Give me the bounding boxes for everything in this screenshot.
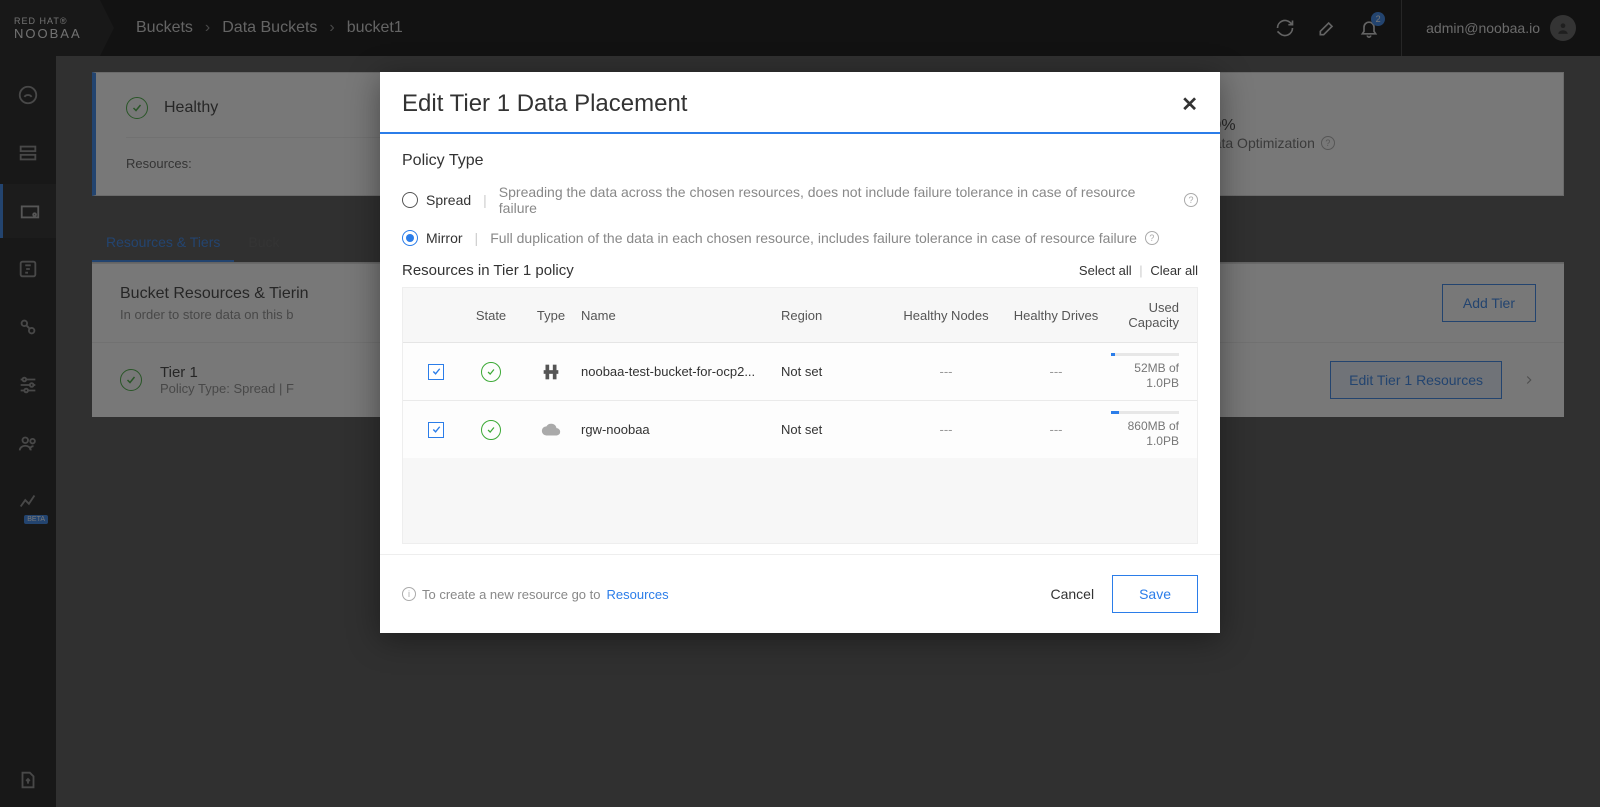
cancel-button[interactable]: Cancel bbox=[1050, 586, 1094, 602]
col-used: Used Capacity bbox=[1111, 300, 1189, 330]
footer-text: To create a new resource go to bbox=[422, 587, 601, 602]
info-icon[interactable]: ? bbox=[1184, 193, 1198, 207]
radio-mirror-row[interactable]: Mirror | Full duplication of the data in… bbox=[402, 230, 1198, 246]
radio-mirror-desc: Full duplication of the data in each cho… bbox=[490, 230, 1137, 246]
resources-table: State Type Name Region Healthy Nodes Hea… bbox=[402, 287, 1198, 544]
modal-footer: i To create a new resource go to Resourc… bbox=[380, 554, 1220, 633]
col-region: Region bbox=[781, 308, 891, 323]
select-links: Select all | Clear all bbox=[1079, 263, 1198, 278]
row-region: Not set bbox=[781, 422, 891, 437]
table-row: noobaa-test-bucket-for-ocp2... Not set -… bbox=[403, 343, 1197, 401]
resources-title: Resources in Tier 1 policy bbox=[402, 262, 574, 279]
row-drives: --- bbox=[1001, 364, 1111, 379]
close-icon[interactable]: ✕ bbox=[1181, 92, 1198, 117]
modal-title: Edit Tier 1 Data Placement bbox=[402, 90, 687, 118]
row-name: rgw-noobaa bbox=[581, 422, 781, 437]
state-ok-icon bbox=[481, 362, 501, 382]
info-icon: i bbox=[402, 587, 416, 601]
cloud-icon bbox=[521, 419, 581, 441]
policy-type-label: Policy Type bbox=[402, 152, 1198, 170]
resource-type-icon bbox=[521, 361, 581, 383]
radio-spread[interactable] bbox=[402, 192, 418, 208]
radio-spread-desc: Spreading the data across the chosen res… bbox=[499, 184, 1176, 216]
radio-mirror-label: Mirror bbox=[426, 230, 463, 246]
col-nodes: Healthy Nodes bbox=[891, 308, 1001, 323]
info-icon[interactable]: ? bbox=[1145, 231, 1159, 245]
row-nodes: --- bbox=[891, 422, 1001, 437]
radio-spread-row[interactable]: Spread | Spreading the data across the c… bbox=[402, 184, 1198, 216]
state-ok-icon bbox=[481, 420, 501, 440]
row-checkbox[interactable] bbox=[428, 422, 444, 438]
table-header: State Type Name Region Healthy Nodes Hea… bbox=[403, 288, 1197, 343]
modal-backdrop: Edit Tier 1 Data Placement ✕ Policy Type… bbox=[0, 0, 1600, 807]
row-capacity: 860MB of 1.0PB bbox=[1111, 411, 1189, 448]
col-drives: Healthy Drives bbox=[1001, 308, 1111, 323]
row-drives: --- bbox=[1001, 422, 1111, 437]
save-button[interactable]: Save bbox=[1112, 575, 1198, 613]
footer-resources-link[interactable]: Resources bbox=[607, 587, 669, 602]
row-checkbox[interactable] bbox=[428, 364, 444, 380]
row-name: noobaa-test-bucket-for-ocp2... bbox=[581, 364, 781, 379]
clear-all-link[interactable]: Clear all bbox=[1150, 263, 1198, 278]
table-row: rgw-noobaa Not set --- --- 860MB of 1.0P… bbox=[403, 401, 1197, 458]
col-name: Name bbox=[581, 308, 781, 323]
row-capacity: 52MB of 1.0PB bbox=[1111, 353, 1189, 390]
select-all-link[interactable]: Select all bbox=[1079, 263, 1132, 278]
col-type: Type bbox=[521, 308, 581, 323]
row-nodes: --- bbox=[891, 364, 1001, 379]
radio-spread-label: Spread bbox=[426, 192, 471, 208]
radio-mirror[interactable] bbox=[402, 230, 418, 246]
modal-edit-tier: Edit Tier 1 Data Placement ✕ Policy Type… bbox=[380, 72, 1220, 633]
col-state: State bbox=[461, 308, 521, 323]
row-region: Not set bbox=[781, 364, 891, 379]
